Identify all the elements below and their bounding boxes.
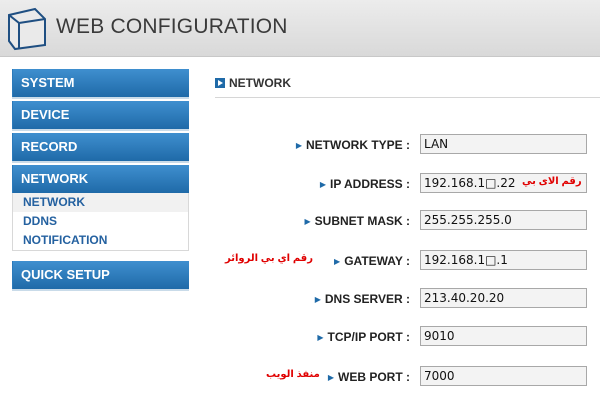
gateway-annotation: رقم اي بي الروائر — [225, 253, 313, 264]
row-gateway: ▶ GATEWAY : 192.168.1□.1 رقم اي بي الروائ… — [200, 250, 600, 274]
bullet-icon: ▶ — [304, 217, 311, 226]
folder-icon — [8, 7, 46, 51]
row-subnet-mask: ▶ SUBNET MASK : 255.255.255.0 — [200, 210, 600, 234]
menu-network[interactable]: NETWORK — [12, 165, 189, 193]
submenu-network[interactable]: NETWORK — [13, 193, 188, 212]
menu-device[interactable]: DEVICE — [12, 101, 189, 129]
menu-system[interactable]: SYSTEM — [12, 69, 189, 97]
section-title-text: NETWORK — [229, 76, 291, 90]
network-submenu: NETWORK DDNS NOTIFICATION — [12, 193, 189, 251]
bullet-icon: ▶ — [295, 141, 302, 150]
tcp-ip-port-label: ▶ TCP/IP PORT : — [317, 330, 410, 344]
ip-address-annotation: رقم الاى بي — [522, 176, 582, 187]
ip-address-label: ▶ IP ADDRESS : — [319, 177, 410, 191]
bullet-icon: ▶ — [319, 180, 326, 189]
section-divider — [215, 97, 600, 98]
bullet-icon: ▶ — [317, 333, 324, 342]
row-network-type: ▶ NETWORK TYPE : LAN — [200, 134, 600, 158]
row-ip-address: ▶ IP ADDRESS : 192.168.1□.22 رقم الاى بي — [200, 173, 600, 197]
gateway-field[interactable]: 192.168.1□.1 — [420, 250, 587, 270]
row-web-port: ▶ WEB PORT : 7000 منفذ الويب — [200, 366, 600, 390]
dns-server-label: ▶ DNS SERVER : — [314, 292, 410, 306]
network-type-field[interactable]: LAN — [420, 134, 587, 154]
section-title: NETWORK — [215, 76, 291, 90]
gateway-label: ▶ GATEWAY : — [334, 254, 410, 268]
bullet-icon: ▶ — [327, 373, 334, 382]
row-dns-server: ▶ DNS SERVER : 213.40.20.20 — [200, 288, 600, 312]
network-type-label: ▶ NETWORK TYPE : — [295, 138, 410, 152]
header-bar: WEB CONFIGURATION — [0, 0, 600, 57]
web-port-annotation: منفذ الويب — [266, 369, 320, 380]
subnet-mask-label: ▶ SUBNET MASK : — [304, 214, 411, 228]
menu-record[interactable]: RECORD — [12, 133, 189, 161]
bullet-icon: ▶ — [314, 295, 321, 304]
bullet-icon: ▶ — [334, 257, 341, 266]
dns-server-field[interactable]: 213.40.20.20 — [420, 288, 587, 308]
web-port-label: ▶ WEB PORT : — [327, 370, 410, 384]
web-port-field[interactable]: 7000 — [420, 366, 587, 386]
menu-quick-setup[interactable]: QUICK SETUP — [12, 261, 189, 289]
app-title: WEB CONFIGURATION — [56, 15, 288, 38]
sidebar-menu: SYSTEM DEVICE RECORD NETWORK NETWORK DDN… — [12, 69, 189, 293]
submenu-ddns[interactable]: DDNS — [13, 212, 188, 231]
subnet-mask-field[interactable]: 255.255.255.0 — [420, 210, 587, 230]
play-icon — [215, 78, 225, 88]
tcp-ip-port-field[interactable]: 9010 — [420, 326, 587, 346]
row-tcp-ip-port: ▶ TCP/IP PORT : 9010 — [200, 326, 600, 350]
submenu-notification[interactable]: NOTIFICATION — [13, 231, 188, 250]
